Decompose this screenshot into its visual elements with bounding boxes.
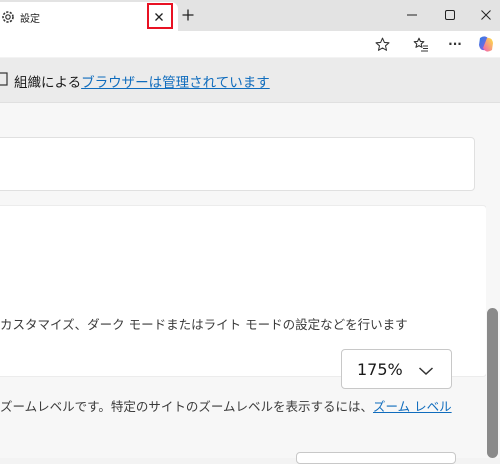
zoom-description-text: ズームレベルです。特定のサイトのズームレベルを表示するには、 [0,399,374,414]
title-bar: 設定 [0,0,500,31]
zoom-value: 175% [357,360,403,379]
zoom-select[interactable]: 175% [341,349,452,389]
new-tab-button[interactable] [177,4,199,26]
star-icon [375,37,389,51]
appearance-description: カスタマイズ、ダーク モードまたはライト モードの設定などを行います [0,317,408,332]
tab-close-button[interactable] [148,6,170,28]
favorite-button[interactable] [370,32,394,56]
address-bar[interactable] [0,31,400,55]
more-button[interactable]: ··· [443,32,467,56]
managed-bar: 組織によるブラウザーは管理されています [0,58,500,103]
more-icon: ··· [448,37,462,51]
managed-link[interactable]: ブラウザーは管理されています [81,75,270,91]
copilot-button[interactable] [474,32,498,56]
zoom-level-link[interactable]: ズーム レベル [373,399,452,414]
window-close-button[interactable] [466,0,500,29]
close-icon [481,9,491,20]
maximize-button[interactable] [430,0,470,29]
gear-icon [0,9,16,25]
search-settings-input[interactable] [0,137,475,191]
tab-title: 設定 [20,14,40,25]
scrollbar-thumb[interactable] [487,308,498,458]
minimize-button[interactable] [392,0,432,29]
zoom-description: ズームレベルです。特定のサイトのズームレベルを表示するには、ズーム レベル [0,396,452,415]
managed-prefix: 組織による [14,75,82,91]
toolbar: ··· [0,31,500,57]
managed-message: 組織によるブラウザーは管理されています [14,71,270,91]
favorites-list-icon [413,37,428,52]
close-icon [155,13,163,21]
tab-settings[interactable]: 設定 [0,2,178,31]
favorites-button[interactable] [409,32,433,56]
next-setting-control[interactable] [296,452,456,464]
minimize-icon [407,14,417,15]
maximize-icon [445,9,455,20]
plus-icon [182,9,194,21]
building-icon [0,71,8,86]
chevron-down-icon [418,363,434,377]
copilot-icon [479,36,493,52]
